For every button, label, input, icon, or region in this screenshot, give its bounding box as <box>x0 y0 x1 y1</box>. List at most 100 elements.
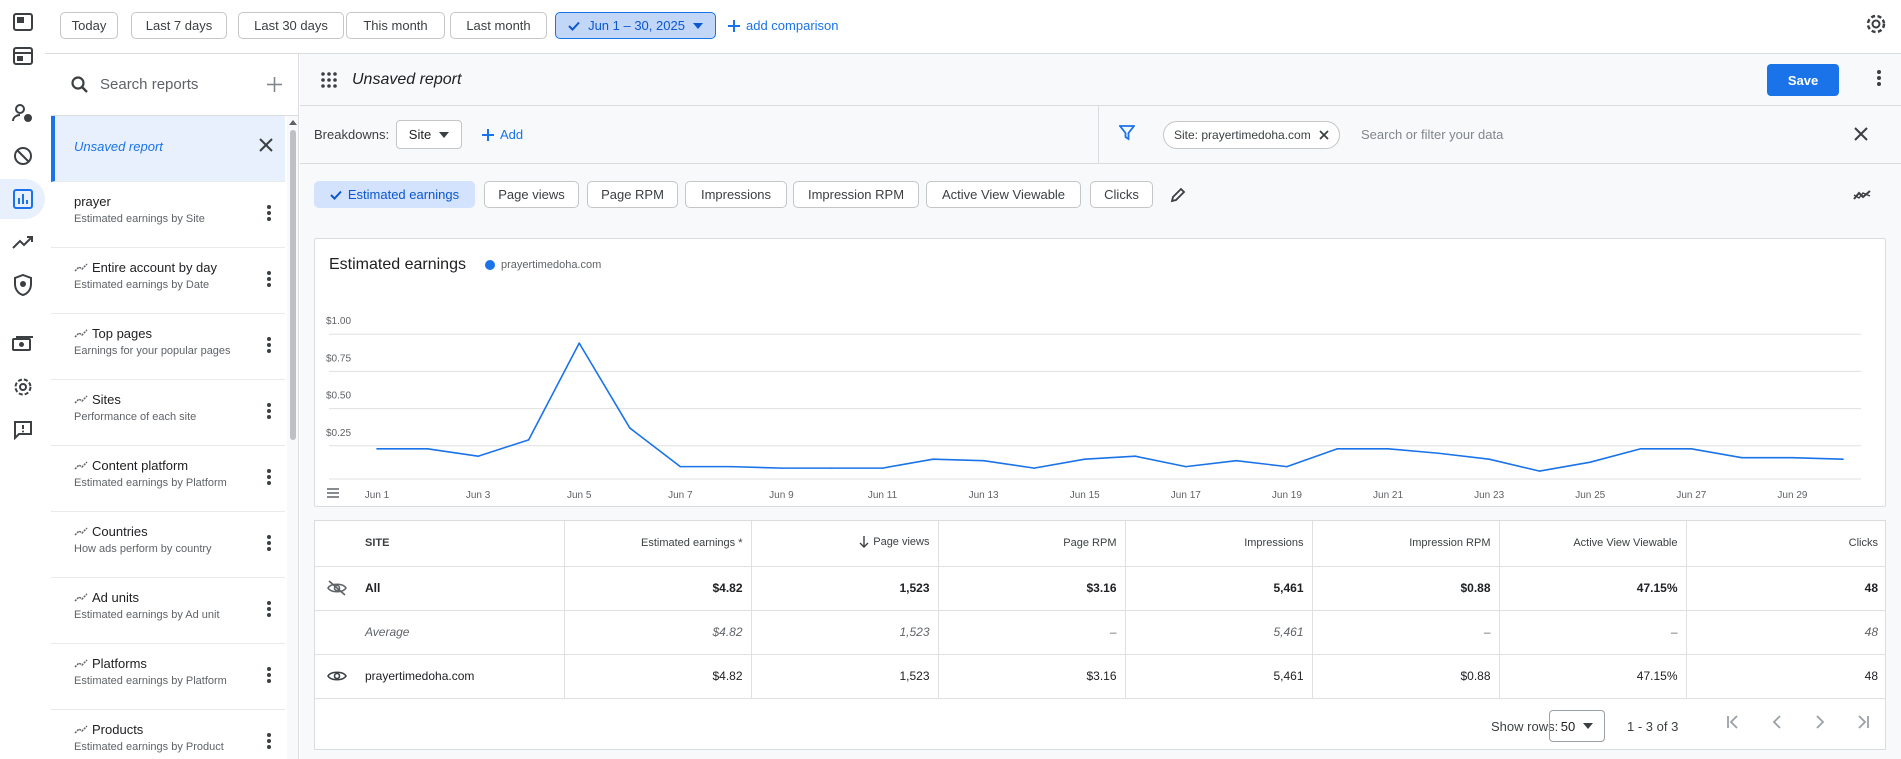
metric-chip-clicks[interactable]: Clicks <box>1090 181 1153 208</box>
column-header-active-view-viewable[interactable]: Active View Viewable <box>1499 521 1687 567</box>
line-chart[interactable]: $0.25 $0.50 $0.75 $1.00 Jun 1 Jun 3 Jun 5 Jun 7… <box>315 239 1885 506</box>
trend-icon <box>74 592 88 602</box>
add-comparison-label: add comparison <box>746 18 839 33</box>
report-item-entire-account-by-day[interactable]: Entire account by day Estimated earnings… <box>51 248 285 314</box>
report-item-platforms[interactable]: Platforms Estimated earnings by Platform <box>51 644 285 710</box>
feedback-icon[interactable] <box>0 410 45 450</box>
table-cell: – <box>1499 610 1687 655</box>
new-report-plus-icon[interactable] <box>267 77 282 92</box>
table-toggle-icon[interactable] <box>327 488 339 498</box>
close-icon[interactable] <box>259 138 273 152</box>
search-input[interactable]: Search reports <box>100 76 267 93</box>
more-vert-icon[interactable] <box>267 667 271 683</box>
report-subtitle: Estimated earnings by Site <box>74 213 205 225</box>
breakdown-filter-bar: Breakdowns: Site Add Site: prayertimedoh… <box>300 106 1901 164</box>
edit-pencil-icon[interactable] <box>1170 187 1186 203</box>
report-item-products[interactable]: Products Estimated earnings by Product <box>51 710 285 759</box>
scrollbar-thumb[interactable] <box>290 130 296 440</box>
payments-icon[interactable] <box>0 324 45 364</box>
last-page-icon[interactable] <box>1855 714 1871 730</box>
settings-icon[interactable] <box>0 367 45 407</box>
filter-icon[interactable] <box>1119 125 1135 141</box>
gear-icon[interactable] <box>1865 13 1887 35</box>
save-button[interactable]: Save <box>1767 64 1839 96</box>
column-header-impression-rpm[interactable]: Impression RPM <box>1312 521 1500 567</box>
more-vert-icon[interactable] <box>267 469 271 485</box>
data-point <box>1033 467 1035 469</box>
add-comparison-link[interactable]: add comparison <box>728 12 839 39</box>
close-icon[interactable] <box>1854 127 1868 141</box>
filter-search-input[interactable]: Search or filter your data <box>1361 127 1503 142</box>
date-chip-last-month[interactable]: Last month <box>450 12 547 39</box>
report-item-countries[interactable]: Countries How ads perform by country <box>51 512 285 578</box>
sites-icon[interactable] <box>0 36 45 76</box>
metric-chip-impression-rpm[interactable]: Impression RPM <box>793 181 919 208</box>
scroll-up-icon[interactable] <box>287 118 299 128</box>
privacy-icon[interactable] <box>0 265 45 305</box>
metric-chip-estimated-earnings[interactable]: Estimated earnings <box>314 181 475 208</box>
column-header-impressions[interactable]: Impressions <box>1125 521 1313 567</box>
more-vert-icon[interactable] <box>1877 70 1881 86</box>
report-title: Ad units <box>92 590 139 605</box>
visibility-icon[interactable] <box>327 668 347 684</box>
account-icon[interactable] <box>0 93 45 133</box>
previous-page-icon[interactable] <box>1769 714 1785 730</box>
x-tick-label: Jun 19 <box>1272 490 1302 501</box>
reports-icon[interactable] <box>0 179 45 219</box>
date-chip-last-30-days[interactable]: Last 30 days <box>238 12 344 39</box>
visibility-off-icon[interactable] <box>327 579 347 596</box>
column-header-clicks[interactable]: Clicks <box>1686 521 1886 567</box>
report-item-unsaved[interactable]: Unsaved report <box>51 116 285 182</box>
report-item-ad-units[interactable]: Ad units Estimated earnings by Ad unit <box>51 578 285 644</box>
site-filter-chip[interactable]: Site: prayertimedoha.com <box>1163 121 1340 149</box>
date-chip-this-month[interactable]: This month <box>346 12 445 39</box>
report-name[interactable]: Unsaved report <box>352 71 461 89</box>
column-header-page-views[interactable]: Page views <box>751 521 939 567</box>
apps-grid-icon[interactable] <box>321 72 337 88</box>
date-range-selector[interactable]: Jun 1 – 30, 2025 <box>555 12 716 39</box>
more-vert-icon[interactable] <box>267 205 271 221</box>
column-header-site[interactable]: SITE <box>315 521 565 567</box>
report-item-sites[interactable]: Sites Performance of each site <box>51 380 285 446</box>
trend-icon <box>74 262 88 272</box>
filter-chip-label: Site: prayertimedoha.com <box>1174 128 1311 142</box>
add-breakdown-button[interactable]: Add <box>482 127 523 142</box>
table-header-row: SITE Estimated earnings * Page views Pag… <box>315 521 1886 567</box>
report-item-content-platform[interactable]: Content platform Estimated earnings by P… <box>51 446 285 512</box>
date-chip-last-7-days[interactable]: Last 7 days <box>131 12 227 39</box>
rows-per-page-select[interactable]: 50 <box>1549 710 1605 742</box>
metric-chip-page-rpm[interactable]: Page RPM <box>587 181 678 208</box>
more-vert-icon[interactable] <box>267 271 271 287</box>
optimization-icon[interactable] <box>0 222 45 262</box>
metric-chip-active-view-viewable[interactable]: Active View Viewable <box>926 181 1081 208</box>
block-icon[interactable] <box>0 136 45 176</box>
report-subtitle: Estimated earnings by Platform <box>74 675 227 687</box>
more-vert-icon[interactable] <box>267 403 271 419</box>
report-main: Unsaved report Save Breakdowns: Site Add… <box>300 54 1901 759</box>
more-vert-icon[interactable] <box>267 337 271 353</box>
column-header-estimated-earnings[interactable]: Estimated earnings * <box>564 521 752 567</box>
data-point <box>1235 459 1238 462</box>
metric-chip-page-views[interactable]: Page views <box>484 181 579 208</box>
chart-toggle-icon[interactable] <box>1853 189 1871 201</box>
report-title: Countries <box>92 524 148 539</box>
report-item-top-pages[interactable]: Top pages Earnings for your popular page… <box>51 314 285 380</box>
report-title: Top pages <box>92 326 152 341</box>
metric-chip-impressions[interactable]: Impressions <box>685 181 787 208</box>
x-tick-label: Jun 3 <box>466 490 491 501</box>
more-vert-icon[interactable] <box>267 535 271 551</box>
report-search[interactable]: Search reports <box>51 54 298 116</box>
next-page-icon[interactable] <box>1812 714 1828 730</box>
column-header-page-rpm[interactable]: Page RPM <box>938 521 1126 567</box>
breakdown-select[interactable]: Site <box>396 120 462 149</box>
add-breakdown-label: Add <box>500 127 524 142</box>
more-vert-icon[interactable] <box>267 601 271 617</box>
first-page-icon[interactable] <box>1725 714 1741 730</box>
table-cell: 47.15% <box>1499 654 1687 699</box>
date-chip-today[interactable]: Today <box>60 12 118 39</box>
report-title: Entire account by day <box>92 260 218 275</box>
sidebar-scrollbar[interactable] <box>287 116 299 759</box>
more-vert-icon[interactable] <box>267 733 271 749</box>
report-item-prayer[interactable]: prayer Estimated earnings by Site <box>51 182 285 248</box>
close-icon[interactable] <box>1319 130 1329 140</box>
